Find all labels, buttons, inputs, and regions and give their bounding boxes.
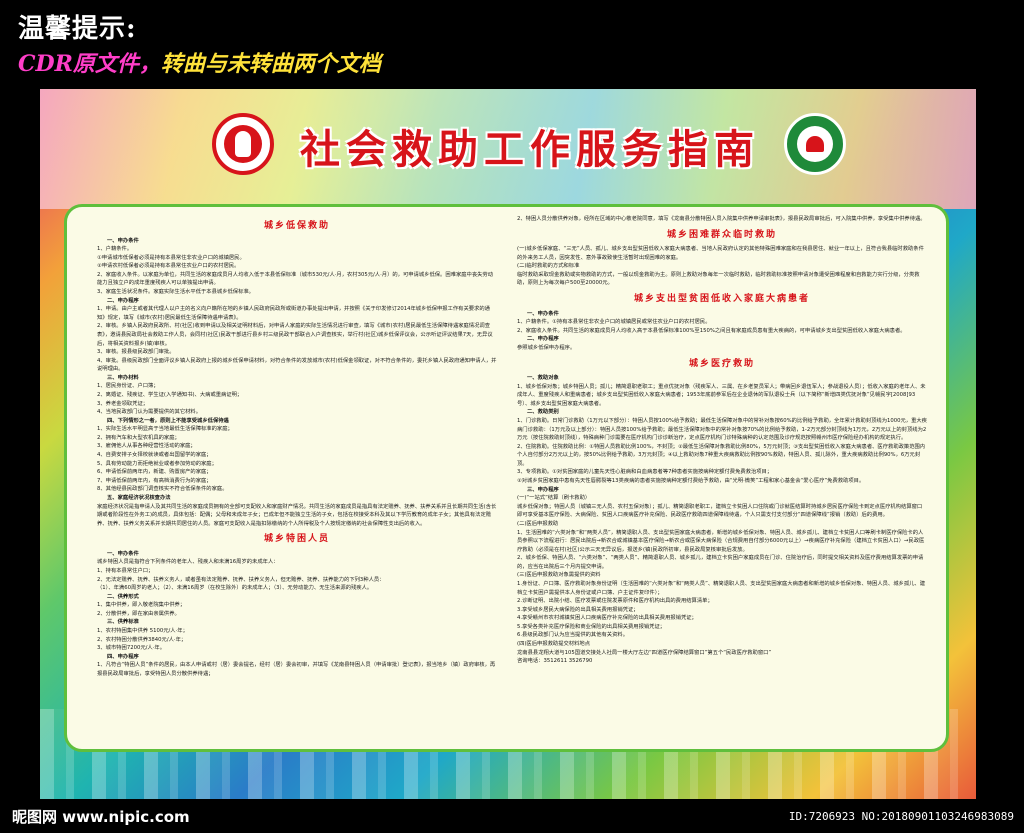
paragraph: 4.享受赣州市农村城镇贫困人口疾病医疗补充保险的出具相关费用报销凭证；	[517, 615, 697, 622]
section-heading: 城乡困难群众临时救助	[666, 229, 777, 240]
paragraph: ①申请城市低保者必须是持有本县常住非农业户口的城镇居民。	[97, 254, 245, 261]
paragraph: (四)医后申报救助提交材料地点	[517, 641, 590, 648]
subtitle-pink: CDR原文件，	[18, 51, 161, 77]
paragraph: 2、审核。乡镇人民政府民政所、村(社区)收到申请以及相关证明材料后，对申请人家庭…	[97, 323, 493, 347]
section-heading: 城乡医疗救助	[688, 358, 755, 369]
subtitle-end: 两个文档	[292, 51, 381, 77]
subsection-heading: 三、供养标准	[107, 619, 139, 626]
subsection-heading: 一、救助对象	[527, 375, 559, 382]
social-assistance-emblem-icon	[784, 113, 846, 175]
section-heading: 城乡特困人员	[263, 534, 330, 545]
paragraph: 2、家庭收入条件。共同生活的家庭成员月人均收入高于本县低保标准100%至150%…	[517, 327, 906, 334]
subsection-heading: 二、救助类别	[527, 409, 559, 416]
paragraph: 2、住院救助。住院救助比例：①特困人员救助比例100%，不封顶；②最低生活保障对…	[517, 443, 926, 467]
paragraph: 2、特困人员分散供养对象，经所在区域的中心敬老院同意，填写《龙南县分散特困人员入…	[517, 216, 926, 222]
subsection-heading: 三、申办程序	[527, 486, 559, 493]
paragraph: 5.享受各类补充医疗保险和商业保险的出具相关费用报销凭证；	[517, 623, 666, 630]
paragraph: 1、申请。由户主或者其代理人以户主的名义向户籍所在地的乡镇人民政府民政所或街道办…	[97, 306, 490, 321]
paragraph: 4、当地民政部门认为需要提供的其它材料。	[97, 409, 202, 416]
paragraph: 4、自费安排子女择校就读或者出国留学的家庭；	[97, 452, 212, 459]
paragraph: 城乡特困人员是指符合下列条件的老年人、残疾人和未满16周岁的未成年人：	[97, 559, 279, 566]
section-heading: 城乡支出型贫困低收入家庭大病患者	[633, 294, 810, 305]
paragraph: 2、分散供养，即在家由亲属供养。	[97, 610, 180, 617]
right-column: 2、特困人员分散供养对象，经所在区域的中心敬老院同意，填写《龙南县分散特困人员入…	[517, 215, 927, 745]
paragraph: 1、户籍条件。①持有本县常住非农业户口的城镇居民或常住农业户口的农村居民。	[517, 319, 711, 326]
subsection-heading: 一、申办条件	[107, 550, 139, 557]
subsection-heading: 四、下列情形之一者，原则上不能享受城乡低保待遇	[107, 417, 229, 424]
subsection-heading: 三、申办材料	[107, 374, 139, 381]
paragraph: (二)医后申报救助	[517, 520, 559, 527]
civil-affairs-logo-icon	[212, 113, 274, 175]
paragraph: 3、城市特困7200元/人·年。	[97, 645, 165, 652]
paragraph: 3、审核。报县级民政部门审批。	[97, 349, 175, 356]
site-watermark: 昵图网 www.nipic.com	[12, 808, 190, 826]
paragraph: ②对城乡贫困家庭中患有先天性唇腭裂等13类疾病的患者实施按病种定额付费给予救助，…	[517, 478, 865, 485]
subtitle-yellow: 转曲与未转曲	[160, 51, 293, 77]
subsection-heading: 二、供养形式	[107, 593, 139, 600]
paragraph: 3.享受城乡居民大病保险的出具相关费用报销凭证；	[517, 606, 639, 613]
paragraph: 2、离婚证、残疾证、学生证(入学通知书)、大病或重病证明；	[97, 391, 243, 398]
paragraph: 龙南县县龙翔大道与105国道交接处人社局一楼大厅左边“四道医疗保障结算窗口”第五…	[517, 649, 772, 656]
board-title: 社会救助工作服务指南	[300, 127, 760, 173]
paragraph: 3、雇佣他人从事各种经营性活动的家庭；	[97, 443, 196, 450]
paragraph: 7、申请低保前两年内，有高档消费行为的家庭；	[97, 477, 212, 484]
subsection-heading: 一、申办条件	[107, 237, 139, 244]
content-panel: 城乡低保救助一、申办条件 1、户籍条件。 ①申请城市低保者必须是持有本县常住非农业户…	[64, 204, 949, 752]
paragraph: 参照城乡低保申办程序。	[517, 344, 576, 351]
paragraph: 2.诊断证明、出院小结、医疗发票或住院发票原件和医疗机构出具的费用结算清单；	[517, 598, 713, 605]
paragraph: 1.身份证、户口簿、医疗救助对象身份证明（生活困难的“六类对象”和“两类人员”、…	[517, 580, 926, 596]
paragraph: 1、城乡低保对象；城乡特困人员；孤儿；精简退职老职工；重点优抚对象（残疾军人、三…	[517, 383, 926, 407]
paragraph: （1）、年满60周岁的老人；（2）、未满16周岁（在校生除外）的未成年人；（3）…	[97, 585, 373, 592]
top-subtitle: CDR原文件，转曲与未转曲两个文档	[18, 46, 381, 78]
subsection-heading: 五、家庭经济状况核查办法	[107, 494, 171, 501]
subsection-heading: 四、申办程序	[107, 653, 139, 660]
paragraph: 家庭经济状况是指申请人及其共同生活的家庭成员拥有的全部可支配收入和家庭财产情况。…	[97, 503, 497, 527]
paragraph: 2、拥有汽车和大型农机具的家庭；	[97, 434, 180, 441]
paragraph: 1、凡符合“特困人员”条件的居民，由本人申请或村（居）委会提名，经村（居）委会初…	[97, 662, 496, 677]
paragraph: 咨询电话：3512611 3526790	[517, 658, 593, 665]
paragraph: (一)城乡低保家庭、“三无”人员、孤儿、城乡支出型贫困低收入家庭大病患者、当地人…	[517, 246, 924, 261]
paragraph: 临时救助采取现金救助或实物救助的方式，一般以现金救助为主。原则上救助对象每年一次…	[517, 271, 920, 287]
paragraph: 6、申请低保前两年内，新建、购置房产的家庭；	[97, 469, 212, 476]
paragraph: 1、持有本县常住户口；	[97, 567, 154, 574]
paragraph: 1、户籍条件。	[97, 246, 133, 253]
paragraph: (三)医后申报救助对象需提供的资料	[517, 572, 601, 579]
paragraph: 1、实际生活水平明显高于当地最低生活保障标准的家庭；	[97, 426, 233, 433]
paragraph: 城乡低保对象；特困人员（城镇三无人员、农村五保对象）；孤儿、精简退职老职工，建档…	[517, 503, 923, 519]
section-heading: 城乡低保救助	[263, 221, 330, 231]
paragraph: 1、门诊救助。日常门诊救助（1万元以下部分）：特困人员按100%给予救助；最低生…	[517, 417, 927, 442]
paragraph: (二)临时救助的方式和标准	[517, 263, 580, 270]
paragraph: ②申请农村低保者必须是持有本县常住农业户口的农村居民。	[97, 263, 240, 270]
poster-board: 社会救助工作服务指南 城乡低保救助一、申办条件 1、户籍条件。 ①申请城市低保者必须…	[40, 89, 976, 799]
top-title: 温馨提示:	[18, 14, 137, 44]
paragraph: 2、无法定赡养、抚养、扶养义务人，或者虽有法定赡养、抚养、扶养义务人，但无赡养、…	[97, 576, 385, 583]
image-id: ID:7206923 NO:20180901103246983089	[788, 810, 1014, 823]
paragraph: 1、集中供养，即入敬老院集中供养；	[97, 602, 186, 609]
paragraph: 3、专项救助。①对贫困家庭的儿童先天性心脏病和白血病患者等7种患者实施按病种定额…	[517, 469, 773, 476]
paragraph: 1、农村特困集中供养 5100元/人·年；	[97, 628, 188, 635]
paragraph: 6.县级民政部门认为应当提供的其他有关资料。	[517, 632, 628, 639]
paragraph: 2、城乡低保、特困人员、“六类对象”、“两类人员”、精简退职人员、城乡孤儿，建档…	[517, 555, 924, 570]
paragraph: 2、家庭收入条件。以家庭为单位，共同生活的家庭成员月人均收入低于本县低保标准（城…	[97, 271, 494, 287]
paragraph: 1、居民身份证、户口簿；	[97, 383, 159, 390]
paragraph: 5、具有劳动能力而拒绝就业或者参加劳动的家庭；	[97, 460, 217, 467]
subsection-heading: 二、申办程序	[527, 336, 559, 343]
paragraph: 3、养老金领取凭证；	[97, 400, 149, 407]
subsection-heading: 二、申办程序	[107, 297, 139, 304]
paragraph: 4、审批。县级民政部门全面评议乡镇人民政府上报的城乡低保申请材料，对符合条件的发…	[97, 357, 497, 373]
paragraph: 8、其他经县民政部门调查核实不符合低保条件的家庭。	[97, 486, 228, 493]
paragraph: 3、家庭生活状况条件。家庭实际生活水平低于本县城乡低保标准。	[97, 289, 254, 296]
paragraph: 2、农村特困分散供养3840元/人·年；	[97, 636, 187, 643]
left-column: 城乡低保救助一、申办条件 1、户籍条件。 ①申请城市低保者必须是持有本县常住非农业户…	[97, 215, 497, 745]
paragraph: (一)“一站式”结算（刷卡救助）	[517, 495, 591, 502]
subsection-heading: 一、申办条件	[527, 310, 559, 317]
paragraph: 1、生活困难的“六类对象”和“两类人员”，精简退职人员、支出型贫困家庭大病患者，…	[517, 529, 925, 553]
